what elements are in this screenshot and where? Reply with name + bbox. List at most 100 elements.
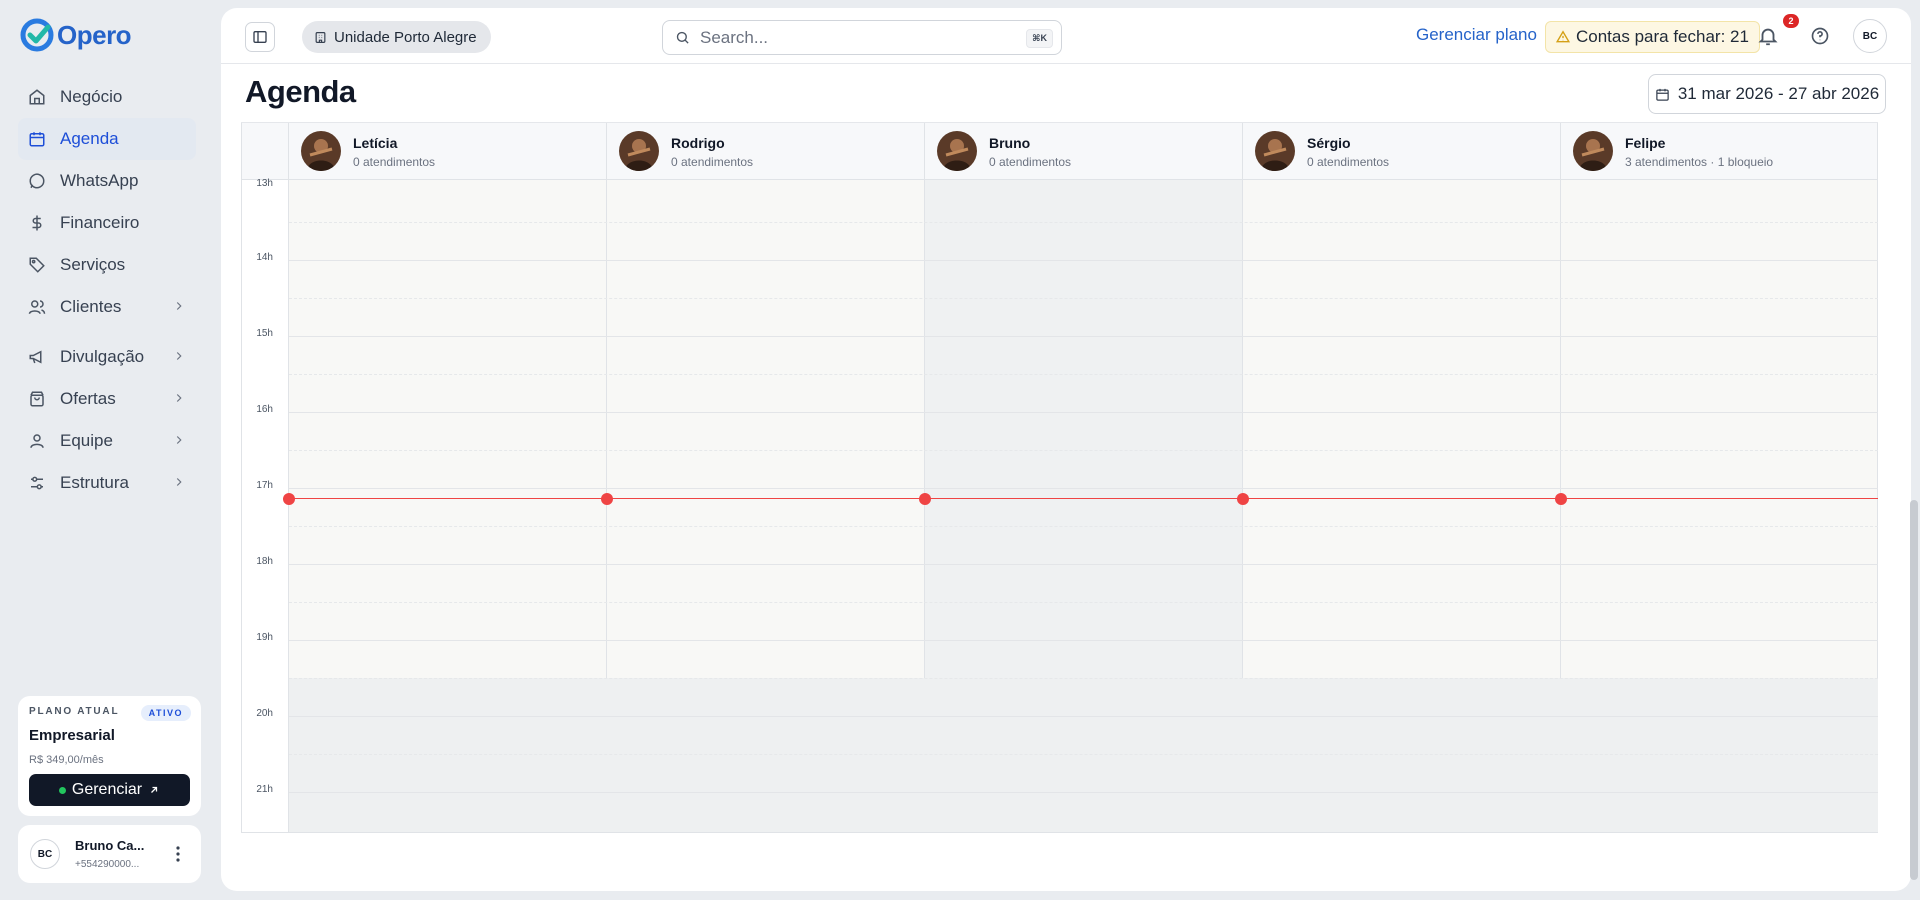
search-shortcut: ⌘K (1026, 29, 1053, 48)
sidebar-item-clientes[interactable]: Clientes (18, 286, 196, 328)
plan-status-badge: ATIVO (140, 705, 191, 721)
current-time-dot (601, 493, 613, 505)
bell-icon[interactable] (1757, 24, 1779, 48)
search-box[interactable]: ⌘K (662, 20, 1062, 55)
home-icon (29, 89, 45, 105)
hour-line (289, 792, 1878, 793)
current-time-dot (1555, 493, 1567, 505)
half-hour-line (289, 678, 1878, 679)
hour-label: 21h (256, 784, 273, 795)
staff-avatar (937, 131, 977, 171)
app-name: Opero (57, 19, 132, 50)
sidebar-item-agenda[interactable]: Agenda (18, 118, 196, 160)
hour-line (289, 412, 1878, 413)
staff-column-header[interactable]: Bruno 0 atendimentos (925, 123, 1243, 180)
sidebar-toggle-icon (253, 31, 267, 43)
date-range-label: 31 mar 2026 - 27 abr 2026 (1677, 84, 1880, 103)
sidebar-item-equipe[interactable]: Equipe (18, 420, 196, 462)
agenda-calendar: Letícia 0 atendimentos Rodrigo 0 atendim… (241, 122, 1878, 833)
avatar[interactable]: BC (1853, 19, 1887, 53)
sidebar-item-label: Estrutura (60, 473, 129, 492)
sidebar-item-label: Clientes (60, 297, 122, 316)
hour-label: 20h (256, 708, 273, 719)
sidebar-item-whatsapp[interactable]: WhatsApp (18, 160, 196, 202)
sidebar-item-label: Agenda (60, 129, 119, 148)
half-hour-line (289, 298, 1878, 299)
current-time-dot (283, 493, 295, 505)
chevron-right-icon (176, 302, 182, 310)
calendar-body: 13h 14h 15h 16h 17h 18h 19h 20h 21h (241, 178, 1878, 833)
page-title: Agenda (245, 74, 356, 109)
manage-plan-label: Gerenciar (71, 781, 143, 798)
hour-line (289, 716, 1878, 717)
staff-column-header[interactable]: Rodrigo 0 atendimentos (607, 123, 925, 180)
sliders-icon (31, 476, 43, 490)
sidebar-item-negocio[interactable]: Negócio (18, 76, 196, 118)
unit-name: Unidade Porto Alegre (334, 28, 477, 46)
help-icon[interactable] (1810, 26, 1830, 46)
user-card[interactable]: BC Bruno Ca... +554290000... (18, 825, 201, 883)
warning-icon (1556, 30, 1570, 43)
sidebar-item-divulgacao[interactable]: Divulgação (18, 336, 196, 378)
staff-avatar (1255, 131, 1295, 171)
bag-icon (30, 391, 44, 407)
staff-column-header[interactable]: Letícia 0 atendimentos (289, 123, 607, 180)
staff-name: Bruno (989, 135, 1031, 151)
toggle-sidebar-button[interactable] (245, 22, 275, 52)
manage-plan-link[interactable]: Gerenciar plano (1416, 25, 1537, 45)
plan-price: R$ 349,00/mês (29, 754, 104, 766)
plan-name: Empresarial (29, 727, 115, 744)
staff-avatar (1573, 131, 1613, 171)
sidebar-item-label: Serviços (60, 255, 126, 274)
sidebar-item-label: Divulgação (60, 347, 145, 366)
half-hour-line (289, 754, 1878, 755)
staff-name: Sérgio (1307, 135, 1351, 151)
half-hour-line (289, 222, 1878, 223)
calendar-icon (29, 132, 45, 147)
accounts-to-close-button[interactable]: Contas para fechar: 21 (1545, 21, 1760, 53)
page-scrollbar[interactable] (1910, 500, 1918, 880)
calendar-bottom-border (241, 832, 1878, 833)
hour-line (289, 640, 1878, 641)
hour-label: 17h (256, 480, 273, 491)
staff-column-header[interactable]: Sérgio 0 atendimentos (1243, 123, 1561, 180)
search-input[interactable] (700, 27, 1000, 48)
chevron-right-icon (176, 478, 182, 486)
unit-selector[interactable]: Unidade Porto Alegre (302, 21, 491, 53)
staff-name: Felipe (1625, 135, 1666, 151)
users-icon (28, 300, 46, 314)
staff-avatar (301, 131, 341, 171)
sidebar-item-ofertas[interactable]: Ofertas (18, 378, 196, 420)
chevron-right-icon (176, 352, 182, 360)
calendar-icon (1656, 88, 1669, 101)
chevron-right-icon (176, 436, 182, 444)
notification-count-badge: 2 (1783, 14, 1799, 28)
sidebar-item-label: Ofertas (60, 389, 116, 408)
time-column: 13h 14h 15h 16h 17h 18h 19h 20h 21h (241, 178, 289, 833)
status-dot-icon (58, 786, 66, 794)
hour-line (289, 336, 1878, 337)
sidebar-item-estrutura[interactable]: Estrutura (18, 462, 196, 504)
chat-icon (29, 173, 45, 189)
staff-appointments: 0 atendimentos (671, 155, 754, 169)
sidebar-item-label: WhatsApp (60, 171, 139, 190)
date-range-picker[interactable]: 31 mar 2026 - 27 abr 2026 (1648, 74, 1886, 114)
sidebar-item-label: Financeiro (60, 213, 140, 232)
current-time-dot (919, 493, 931, 505)
sidebar-item-servicos[interactable]: Serviços (18, 244, 196, 286)
hour-label: 13h (256, 178, 273, 189)
chevron-right-icon (176, 394, 182, 402)
manage-plan-button[interactable]: Gerenciar (29, 774, 190, 806)
hour-line (289, 488, 1878, 489)
half-hour-line (289, 526, 1878, 527)
app-logo[interactable]: Opero (20, 18, 132, 52)
current-time-dot (1237, 493, 1249, 505)
sidebar-item-financeiro[interactable]: Financeiro (18, 202, 196, 244)
half-hour-line (289, 602, 1878, 603)
staff-name: Letícia (353, 135, 398, 151)
more-vertical-icon[interactable] (175, 844, 181, 864)
staff-name: Rodrigo (671, 135, 725, 151)
staff-column-header[interactable]: Felipe 3 atendimentos · 1 bloqueio (1561, 123, 1878, 180)
staff-appointments: 0 atendimentos (1307, 155, 1390, 169)
staff-avatar (619, 131, 659, 171)
